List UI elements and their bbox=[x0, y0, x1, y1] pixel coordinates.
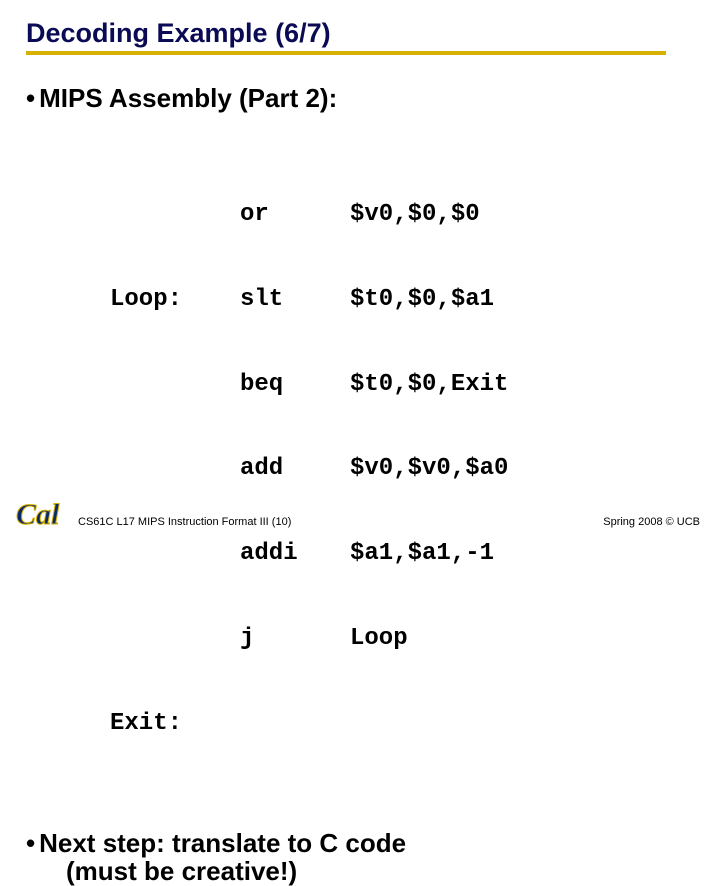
code-row: jLoop bbox=[110, 625, 694, 653]
code-label: Exit: bbox=[110, 710, 240, 738]
bullet-2-line1: Next step: translate to C code bbox=[39, 828, 406, 858]
code-args: $v0,$0,$0 bbox=[350, 201, 480, 229]
code-instr: add bbox=[240, 455, 350, 483]
cal-logo: Cal bbox=[14, 494, 70, 534]
code-label bbox=[110, 455, 240, 483]
footer-left: CS61C L17 MIPS Instruction Format III (1… bbox=[78, 516, 291, 528]
code-row: add$v0,$v0,$a0 bbox=[110, 455, 694, 483]
footer: CS61C L17 MIPS Instruction Format III (1… bbox=[0, 516, 720, 528]
code-args: $t0,$0,$a1 bbox=[350, 286, 494, 314]
footer-right: Spring 2008 © UCB bbox=[603, 516, 700, 528]
code-row: Exit: bbox=[110, 710, 694, 738]
bullet-dot: • bbox=[26, 83, 35, 114]
bullet-1: •MIPS Assembly (Part 2): bbox=[26, 83, 694, 114]
code-row: beq$t0,$0,Exit bbox=[110, 371, 694, 399]
code-label bbox=[110, 540, 240, 568]
code-label: Loop: bbox=[110, 286, 240, 314]
code-label bbox=[110, 625, 240, 653]
code-row: Loop:slt$t0,$0,$a1 bbox=[110, 286, 694, 314]
code-instr: addi bbox=[240, 540, 350, 568]
code-label bbox=[110, 371, 240, 399]
code-label bbox=[110, 201, 240, 229]
code-instr bbox=[240, 710, 350, 738]
code-args: $t0,$0,Exit bbox=[350, 371, 508, 399]
code-args: Loop bbox=[350, 625, 408, 653]
code-row: or$v0,$0,$0 bbox=[110, 201, 694, 229]
code-row: addi$a1,$a1,-1 bbox=[110, 540, 694, 568]
bullet-dot: • bbox=[26, 828, 35, 858]
slide-title: Decoding Example (6/7) bbox=[26, 18, 666, 55]
code-instr: or bbox=[240, 201, 350, 229]
bullet-2-line2: (must be creative!) bbox=[66, 856, 297, 886]
code-args: $v0,$v0,$a0 bbox=[350, 455, 508, 483]
code-args: $a1,$a1,-1 bbox=[350, 540, 494, 568]
code-instr: j bbox=[240, 625, 350, 653]
code-block: or$v0,$0,$0 Loop:slt$t0,$0,$a1 beq$t0,$0… bbox=[110, 144, 694, 795]
code-instr: beq bbox=[240, 371, 350, 399]
bullet-2: •Next step: translate to C code (must be… bbox=[26, 829, 694, 885]
bullet-1-text: MIPS Assembly (Part 2): bbox=[39, 83, 337, 113]
code-instr: slt bbox=[240, 286, 350, 314]
